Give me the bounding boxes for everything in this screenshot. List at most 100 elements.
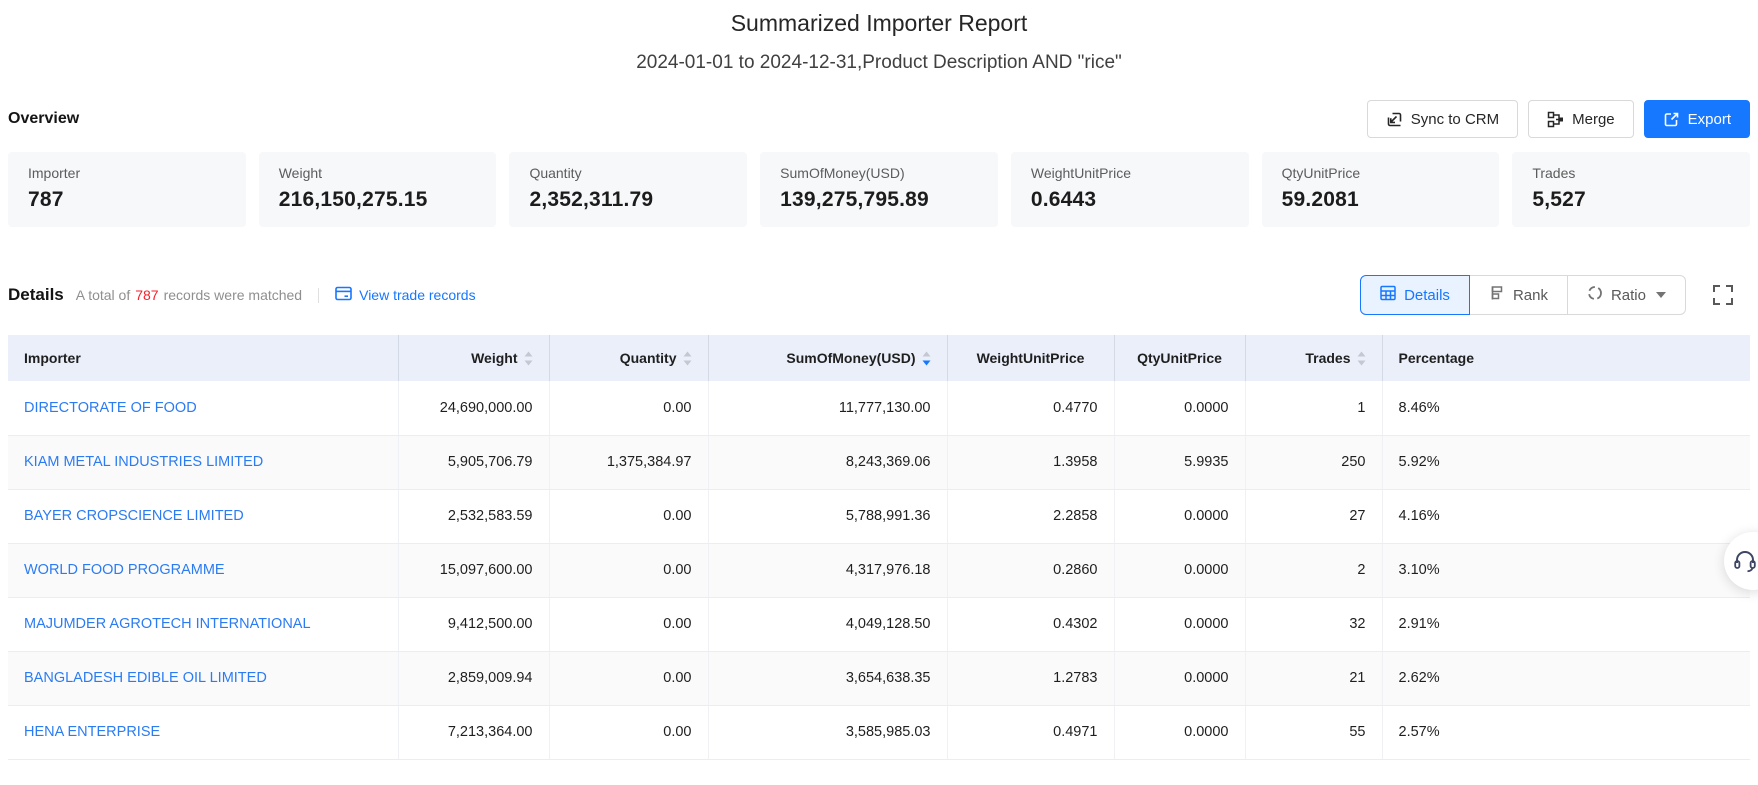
cell-weight: 7,213,364.00 [398,705,549,759]
stat-label: Importer [28,165,226,181]
caret-down-icon [1656,292,1666,298]
stat-value: 5,527 [1532,188,1730,212]
export-button[interactable]: Export [1644,100,1750,138]
toggle-ratio-label: Ratio [1611,287,1646,304]
cell-importer: KIAM METAL INDUSTRIES LIMITED [8,435,398,489]
view-toggle-group: Details Rank Ratio [1360,275,1686,315]
column-header-sum-of-money[interactable]: SumOfMoney(USD) [708,335,947,381]
table-header-row: Importer Weight Quantity SumOfMoney(USD)… [8,335,1750,381]
merge-label: Merge [1572,111,1615,128]
stat-label: WeightUnitPrice [1031,165,1229,181]
merge-button[interactable]: Merge [1528,100,1634,138]
column-header-trades[interactable]: Trades [1245,335,1382,381]
overview-label: Overview [8,110,79,128]
toggle-ratio-view[interactable]: Ratio [1568,275,1686,315]
importer-link[interactable]: KIAM METAL INDUSTRIES LIMITED [24,454,263,470]
cell-trades: 27 [1245,489,1382,543]
details-left: Details A total of 787 records were matc… [8,285,476,305]
sort-arrows-icon-desc-active [922,351,931,366]
merge-icon [1547,111,1564,128]
column-header-quantity[interactable]: Quantity [549,335,708,381]
cell-sum-of-money: 3,585,985.03 [708,705,947,759]
stat-value: 139,275,795.89 [780,188,978,212]
importer-link[interactable]: BAYER CROPSCIENCE LIMITED [24,508,244,524]
cell-weight: 15,097,600.00 [398,543,549,597]
cell-importer: BANGLADESH EDIBLE OIL LIMITED [8,651,398,705]
cell-sum-of-money: 4,049,128.50 [708,597,947,651]
cell-weight-unit-price: 0.4770 [947,381,1114,435]
table-row: HENA ENTERPRISE 7,213,364.00 0.00 3,585,… [8,705,1750,759]
sync-to-crm-icon [1386,111,1403,128]
column-header-weight[interactable]: Weight [398,335,549,381]
stat-label: QtyUnitPrice [1282,165,1480,181]
importer-link[interactable]: DIRECTORATE OF FOOD [24,400,197,416]
expand-icon [1712,284,1734,306]
stat-label: SumOfMoney(USD) [780,165,978,181]
sort-arrows-icon [1357,351,1366,366]
cell-trades: 1 [1245,381,1382,435]
cell-quantity: 0.00 [549,597,708,651]
cell-trades: 250 [1245,435,1382,489]
fullscreen-button[interactable] [1712,284,1734,306]
cell-sum-of-money: 5,788,991.36 [708,489,947,543]
cell-importer: MAJUMDER AGROTECH INTERNATIONAL [8,597,398,651]
stat-card: Trades 5,527 [1512,152,1750,227]
cell-qty-unit-price: 0.0000 [1114,543,1245,597]
sort-arrows-icon [683,351,692,366]
stat-value: 0.6443 [1031,188,1229,212]
cell-sum-of-money: 3,654,638.35 [708,651,947,705]
importer-link[interactable]: HENA ENTERPRISE [24,724,160,740]
stat-label: Quantity [529,165,727,181]
records-matched-count: 787 [130,287,163,303]
cell-weight: 5,905,706.79 [398,435,549,489]
cell-sum-of-money: 11,777,130.00 [708,381,947,435]
stat-value: 216,150,275.15 [279,188,477,212]
cell-weight-unit-price: 2.2858 [947,489,1114,543]
cell-weight-unit-price: 0.4302 [947,597,1114,651]
cell-percentage: 2.91% [1382,597,1750,651]
toggle-rank-label: Rank [1513,287,1548,304]
cell-qty-unit-price: 0.0000 [1114,705,1245,759]
stat-card: WeightUnitPrice 0.6443 [1011,152,1249,227]
cell-weight: 2,859,009.94 [398,651,549,705]
stat-card: Quantity 2,352,311.79 [509,152,747,227]
cell-weight-unit-price: 0.4971 [947,705,1114,759]
details-bar: Details A total of 787 records were matc… [0,275,1758,315]
table-row: MAJUMDER AGROTECH INTERNATIONAL 9,412,50… [8,597,1750,651]
export-icon [1663,111,1680,128]
cell-trades: 32 [1245,597,1382,651]
importer-link[interactable]: WORLD FOOD PROGRAMME [24,562,225,578]
cell-sum-of-money: 4,317,976.18 [708,543,947,597]
cell-qty-unit-price: 0.0000 [1114,381,1245,435]
table-grid-icon [1380,285,1396,305]
cell-quantity: 0.00 [549,381,708,435]
stat-card: Weight 216,150,275.15 [259,152,497,227]
importer-link[interactable]: MAJUMDER AGROTECH INTERNATIONAL [24,616,311,632]
sync-to-crm-button[interactable]: Sync to CRM [1367,100,1518,138]
importer-link[interactable]: BANGLADESH EDIBLE OIL LIMITED [24,670,267,686]
stat-value: 787 [28,188,226,212]
cell-qty-unit-price: 0.0000 [1114,489,1245,543]
sort-arrows-icon [524,351,533,366]
cell-trades: 21 [1245,651,1382,705]
table-row: WORLD FOOD PROGRAMME 15,097,600.00 0.00 … [8,543,1750,597]
circular-ratio-icon [1587,285,1603,305]
toggle-details-view[interactable]: Details [1360,275,1470,315]
column-header-percentage: Percentage [1382,335,1750,381]
overview-bar: Overview Sync to CRM Merge Export [0,100,1758,138]
cell-weight-unit-price: 1.3958 [947,435,1114,489]
cell-quantity: 0.00 [549,543,708,597]
sync-to-crm-label: Sync to CRM [1411,111,1499,128]
cell-weight-unit-price: 1.2783 [947,651,1114,705]
stat-card: Importer 787 [8,152,246,227]
details-right: Details Rank Ratio [1360,275,1734,315]
stat-card: SumOfMoney(USD) 139,275,795.89 [760,152,998,227]
stat-label: Trades [1532,165,1730,181]
cell-trades: 55 [1245,705,1382,759]
view-trade-records-label: View trade records [359,287,475,303]
toggle-details-label: Details [1404,287,1450,304]
view-trade-records-link[interactable]: View trade records [335,286,475,304]
details-label: Details [8,285,64,305]
toggle-rank-view[interactable]: Rank [1470,275,1568,315]
cell-importer: WORLD FOOD PROGRAMME [8,543,398,597]
